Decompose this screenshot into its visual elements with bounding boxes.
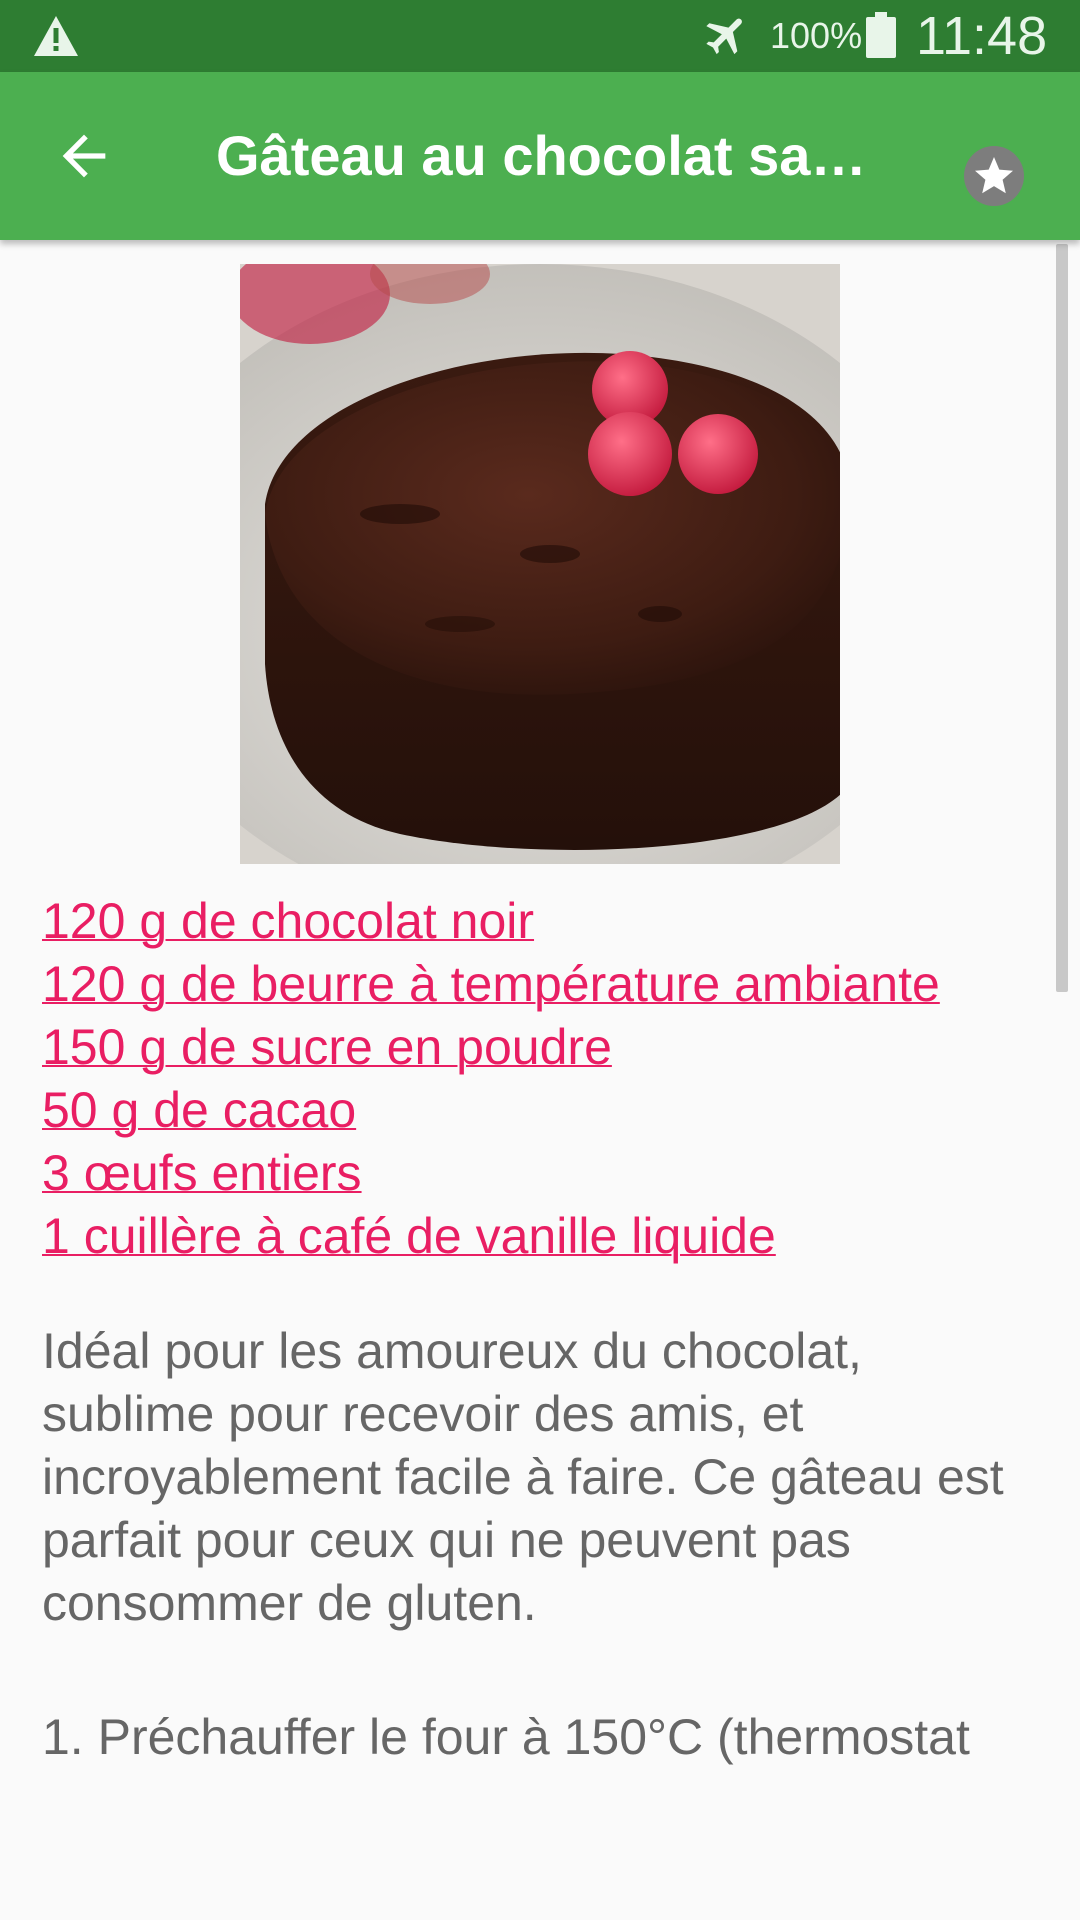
arrow-left-icon[interactable] (52, 124, 116, 188)
ingredient-link[interactable]: 50 g de cacao (42, 1079, 1042, 1142)
ingredient-link[interactable]: 150 g de sucre en poudre (42, 1016, 1042, 1079)
recipe-photo (240, 264, 840, 864)
app-bar: Gâteau au chocolat san… (0, 72, 1080, 240)
scrollbar[interactable] (1056, 244, 1068, 992)
star-icon[interactable] (962, 144, 1026, 208)
ingredient-link[interactable]: 120 g de beurre à température ambiante (42, 953, 1042, 1016)
battery-percent: 100% (770, 15, 863, 56)
status-bar: 100% 11:48 (0, 0, 1080, 72)
ingredient-link[interactable]: 120 g de chocolat noir (42, 890, 1042, 953)
recipe-content[interactable]: 120 g de chocolat noir 120 g de beurre à… (0, 240, 1080, 1920)
recipe-description: Idéal pour les amoureux du chocolat, sub… (42, 1323, 1004, 1631)
page-title: Gâteau au chocolat san… (216, 124, 896, 187)
recipe-step: 1. Préchauffer le four à 150°C (thermost… (42, 1709, 970, 1765)
battery-icon (866, 12, 896, 58)
ingredient-list: 120 g de chocolat noir 120 g de beurre à… (42, 890, 1042, 1268)
airplane-mode-icon (706, 18, 742, 55)
clock: 11:48 (916, 6, 1048, 66)
ingredient-link[interactable]: 1 cuillère à café de vanille liquide (42, 1205, 1042, 1268)
ingredient-link[interactable]: 3 œufs entiers (42, 1142, 1042, 1205)
warning-icon (34, 16, 78, 56)
